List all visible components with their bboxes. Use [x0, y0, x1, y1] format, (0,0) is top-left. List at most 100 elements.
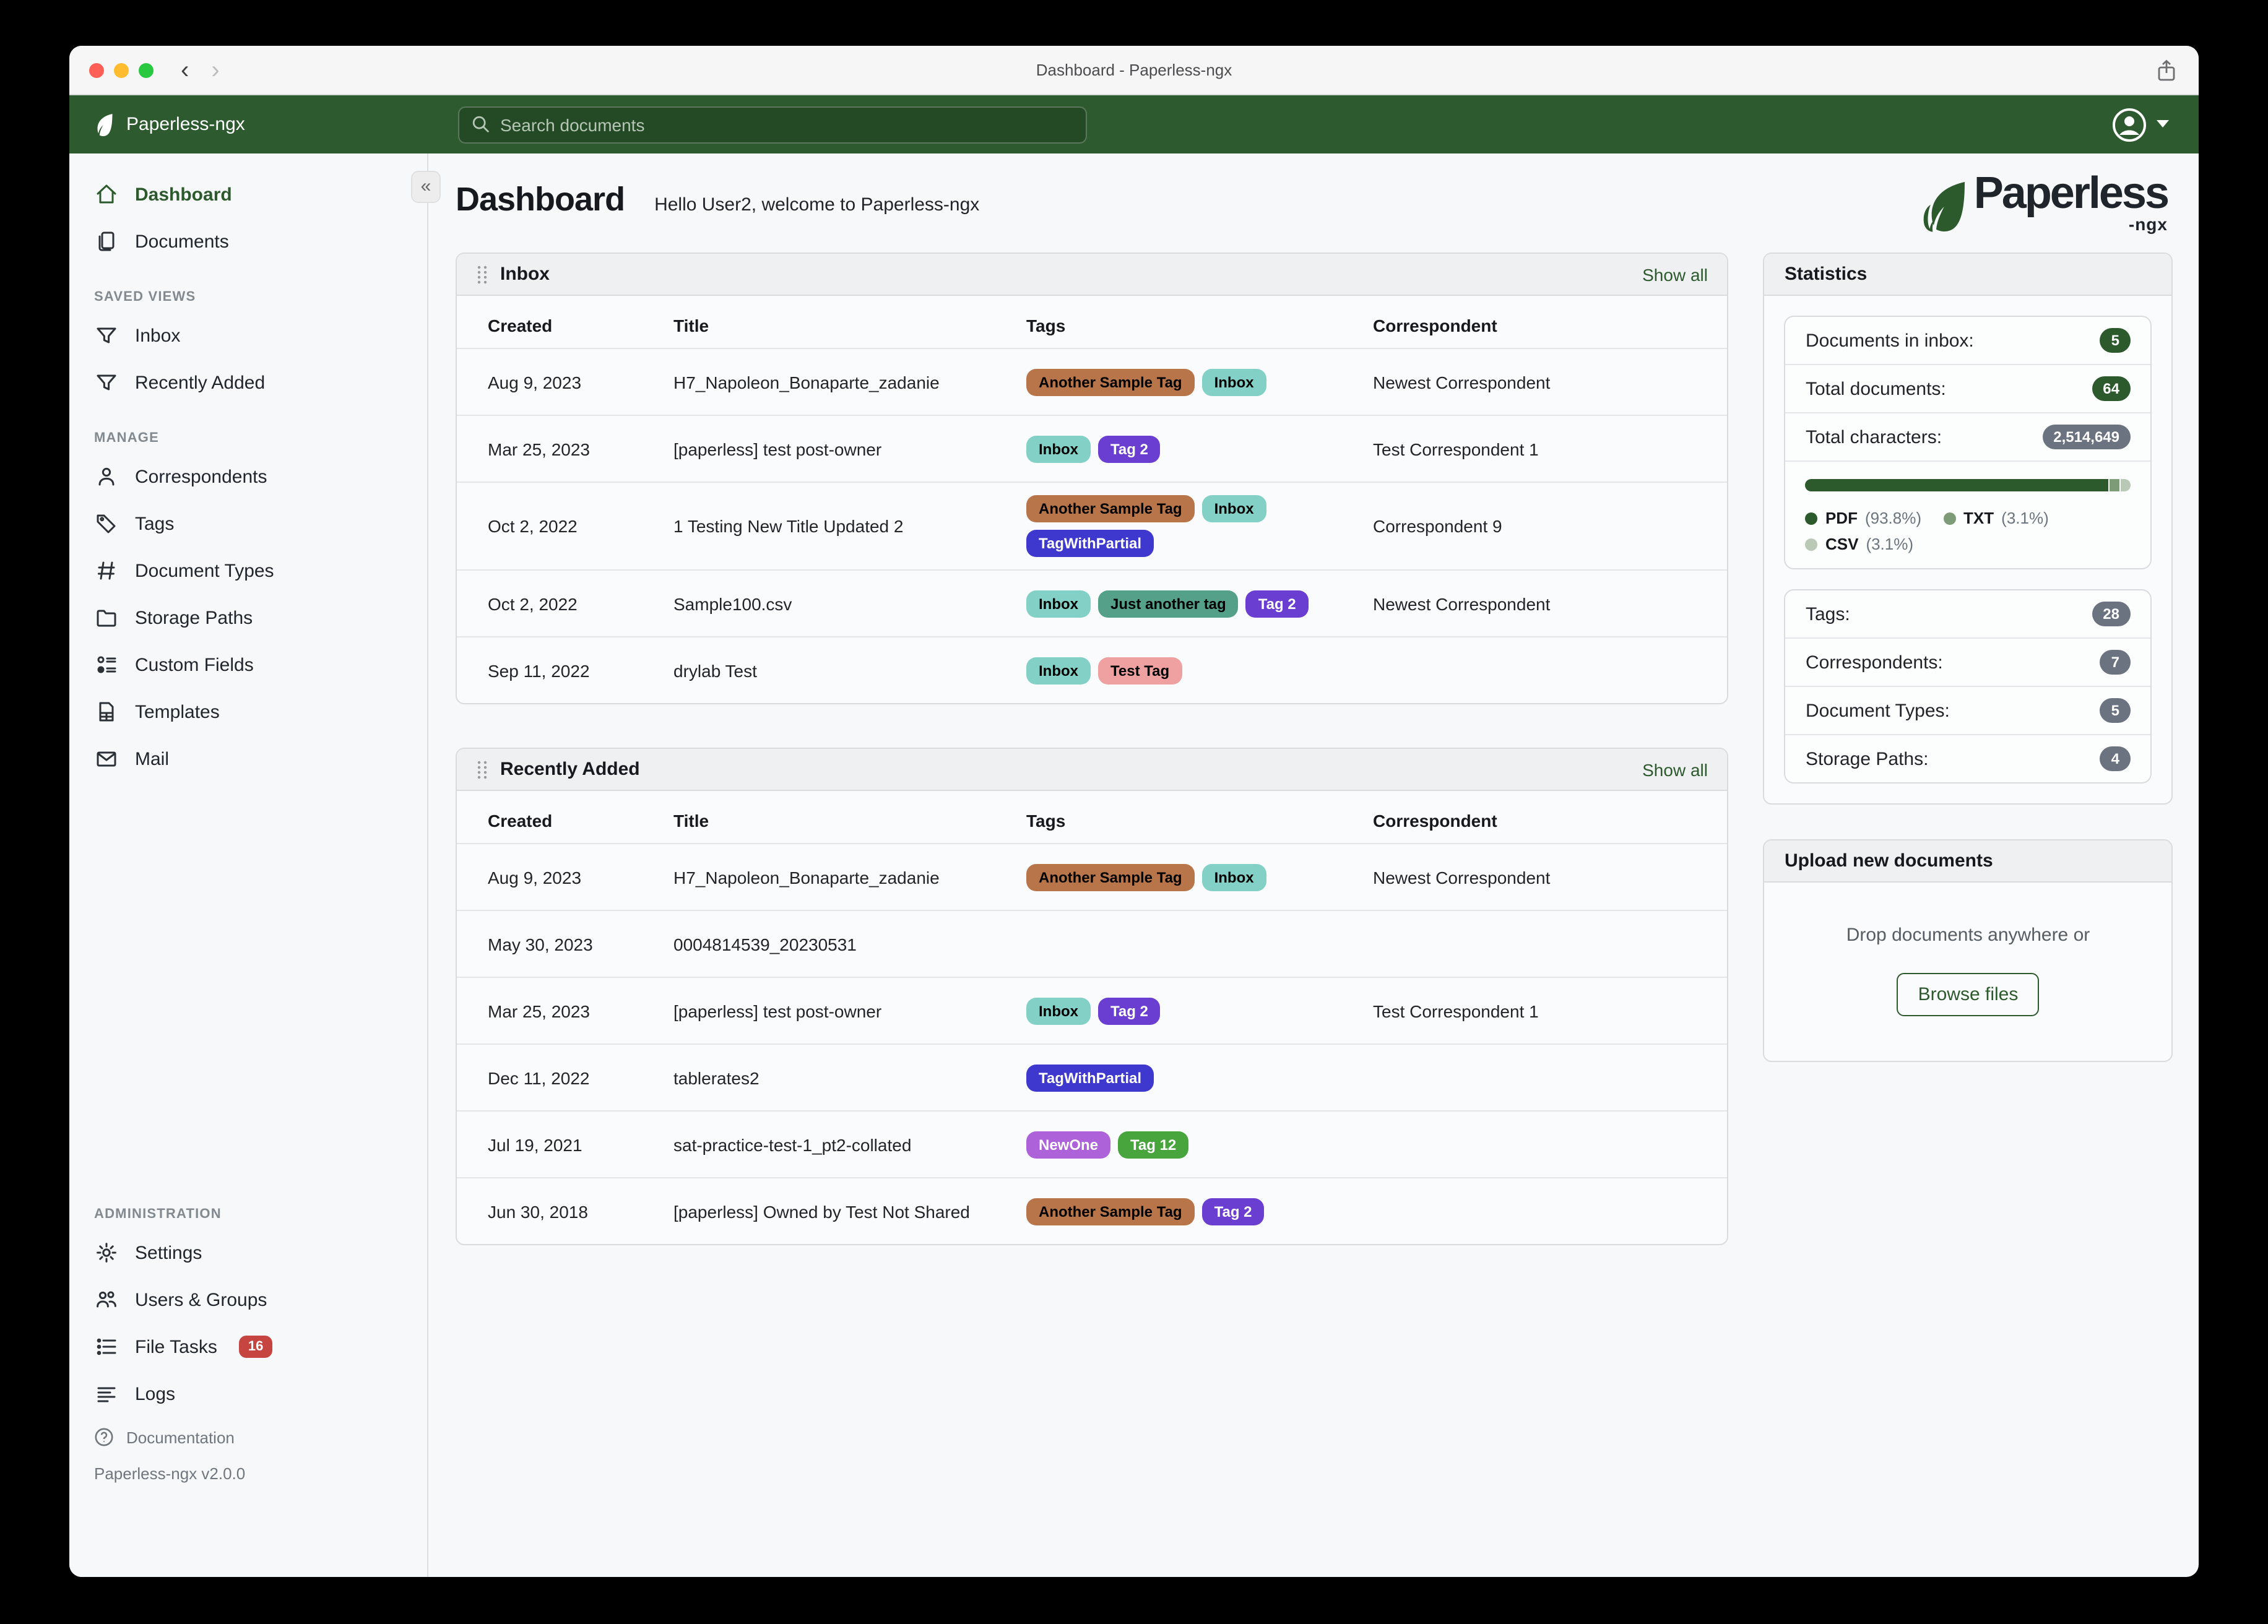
sidebar-item-label: Recently Added: [135, 372, 266, 393]
table-row[interactable]: Aug 9, 2023 H7_Napoleon_Bonaparte_zadanie…: [457, 843, 1728, 910]
table-row[interactable]: Sep 11, 2022 drylab Test Inbox Test Tag: [457, 636, 1728, 703]
tag-inbox[interactable]: Inbox: [1026, 590, 1091, 617]
stat-label: Document Types:: [1805, 700, 1950, 721]
column-header-correspondent: Correspondent: [1373, 316, 1497, 335]
sidebar-item-documentation[interactable]: Documentation: [69, 1417, 427, 1457]
table-row[interactable]: Oct 2, 2022 1 Testing New Title Updated 2…: [457, 482, 1728, 569]
tag-newone[interactable]: NewOne: [1026, 1131, 1111, 1158]
tag-inbox[interactable]: Inbox: [1201, 863, 1266, 891]
tag-another-sample-tag[interactable]: Another Sample Tag: [1026, 368, 1195, 395]
search-input[interactable]: [500, 114, 1073, 134]
page-heading: Dashboard Hello User2, welcome to Paperl…: [456, 173, 979, 219]
share-icon[interactable]: [2157, 59, 2176, 82]
tag-list: Another Sample Tag Inbox: [1026, 368, 1361, 395]
stat-label: Total characters:: [1805, 426, 1942, 447]
caret-down-icon: [2157, 120, 2169, 129]
users-icon: [94, 1289, 118, 1311]
tag-another-sample-tag[interactable]: Another Sample Tag: [1026, 495, 1195, 522]
collapse-sidebar-icon[interactable]: «: [411, 171, 441, 203]
drag-grip-icon[interactable]: [477, 759, 488, 779]
upload-title: Upload new documents: [1784, 850, 1993, 871]
tag-test-tag[interactable]: Test Tag: [1098, 657, 1182, 684]
tag-tagwithpartial[interactable]: TagWithPartial: [1026, 530, 1154, 557]
tag-inbox[interactable]: Inbox: [1026, 997, 1091, 1024]
gear-icon: [94, 1242, 118, 1264]
cell-tags: Another Sample Tag Inbox: [1026, 356, 1373, 408]
stat-value-badge: 28: [2092, 602, 2131, 626]
tag-another-sample-tag[interactable]: Another Sample Tag: [1026, 863, 1195, 891]
cell-tags: [1026, 931, 1373, 956]
sidebar-item-templates[interactable]: Templates: [69, 688, 427, 735]
sidebar-item-document-types[interactable]: Document Types: [69, 547, 427, 594]
sidebar-item-users-groups[interactable]: Users & Groups: [69, 1276, 427, 1323]
sidebar-item-recently-added[interactable]: Recently Added: [69, 359, 427, 406]
cell-created: Oct 2, 2022: [488, 516, 578, 536]
table-row[interactable]: Jul 19, 2021 sat-practice-test-1_pt2-coll…: [457, 1110, 1728, 1177]
tag-just-another-tag[interactable]: Just another tag: [1098, 590, 1239, 617]
tag-tagwithpartial[interactable]: TagWithPartial: [1026, 1064, 1154, 1091]
sidebar-section-manage: MANAGE: [94, 431, 159, 446]
tag-inbox[interactable]: Inbox: [1201, 368, 1266, 395]
upload-header: Upload new documents: [1764, 840, 2171, 883]
table-row[interactable]: May 30, 2023 0004814539_20230531: [457, 910, 1728, 977]
cell-title: 0004814539_20230531: [673, 934, 857, 954]
table-row[interactable]: Mar 25, 2023 [paperless] test post-owner I…: [457, 415, 1728, 482]
sidebar-item-storage-paths[interactable]: Storage Paths: [69, 594, 427, 641]
table-row[interactable]: Jun 30, 2018 [paperless] Owned by Test No…: [457, 1177, 1728, 1244]
sidebar-item-settings[interactable]: Settings: [69, 1229, 427, 1276]
question-icon: [94, 1427, 114, 1447]
cell-tags: Inbox Tag 2: [1026, 423, 1373, 475]
cell-title: H7_Napoleon_Bonaparte_zadanie: [673, 867, 940, 887]
sidebar-item-label: Inbox: [135, 325, 181, 346]
tag-list: Inbox Test Tag: [1026, 657, 1361, 684]
sidebar-item-logs[interactable]: Logs: [69, 1370, 427, 1417]
brand[interactable]: Paperless-ngx: [93, 112, 245, 137]
cell-correspondent: Newest Correspondent: [1373, 372, 1551, 392]
sidebar-item-documents[interactable]: Documents: [69, 218, 427, 265]
tag-list: TagWithPartial: [1026, 1064, 1361, 1091]
top-row: Dashboard Hello User2, welcome to Paperl…: [456, 170, 2173, 234]
browse-files-button[interactable]: Browse files: [1897, 973, 2040, 1016]
sidebar-item-inbox[interactable]: Inbox: [69, 312, 427, 359]
hash-icon: [94, 559, 118, 582]
legend-dot: [1944, 512, 1957, 524]
tag-tag-2[interactable]: Tag 2: [1098, 997, 1161, 1024]
cell-created: Aug 9, 2023: [488, 867, 582, 887]
drag-grip-icon[interactable]: [477, 264, 488, 284]
user-menu[interactable]: [2112, 107, 2169, 142]
mail-icon: [94, 748, 118, 770]
table-row[interactable]: Mar 25, 2023 [paperless] test post-owner I…: [457, 977, 1728, 1043]
tag-inbox[interactable]: Inbox: [1201, 495, 1266, 522]
sidebar-item-tags[interactable]: Tags: [69, 500, 427, 547]
sidebar-item-custom-fields[interactable]: Custom Fields: [69, 641, 427, 688]
tag-tag-2[interactable]: Tag 2: [1245, 590, 1309, 617]
sidebar-item-mail[interactable]: Mail: [69, 735, 427, 782]
stat-row-document-types: Document Types: 5: [1785, 686, 2150, 734]
show-all-link[interactable]: Show all: [1642, 264, 1708, 284]
sidebar-item-label: Storage Paths: [135, 607, 253, 628]
table-row[interactable]: Aug 9, 2023 H7_Napoleon_Bonaparte_zadanie…: [457, 348, 1728, 415]
stage: Dashboard - Paperless-ngx ‹ › Paperless-…: [0, 0, 2268, 1624]
table-row[interactable]: Oct 2, 2022 Sample100.csv Inbox Just anothe…: [457, 569, 1728, 636]
content: « Dashboard Documents SAVED VIEWS Inbox Rece…: [69, 153, 2199, 1577]
sidebar-item-file-tasks[interactable]: File Tasks 16: [69, 1323, 427, 1370]
search-box[interactable]: [458, 106, 1087, 143]
tag-tag-2[interactable]: Tag 2: [1201, 1198, 1265, 1225]
tag-tag-2[interactable]: Tag 2: [1098, 435, 1161, 462]
cell-created: Oct 2, 2022: [488, 594, 578, 613]
table-row[interactable]: Dec 11, 2022 tablerates2 TagWithPartial: [457, 1043, 1728, 1110]
widget-title: Recently Added: [500, 759, 640, 780]
legend-label: CSV: [1825, 535, 1859, 553]
sidebar-item-correspondents[interactable]: Correspondents: [69, 453, 427, 500]
sidebar-item-label: Documents: [135, 231, 229, 252]
stat-label: Tags:: [1805, 603, 1850, 624]
tag-inbox[interactable]: Inbox: [1026, 657, 1091, 684]
tag-inbox[interactable]: Inbox: [1026, 435, 1091, 462]
cell-correspondent: [1373, 1065, 1697, 1090]
cell-tags: Another Sample Tag Inbox: [1026, 851, 1373, 903]
show-all-link[interactable]: Show all: [1642, 759, 1708, 779]
sidebar-item-dashboard[interactable]: Dashboard: [69, 171, 427, 218]
filter-icon: [94, 371, 118, 394]
tag-tag-12[interactable]: Tag 12: [1118, 1131, 1189, 1158]
tag-another-sample-tag[interactable]: Another Sample Tag: [1026, 1198, 1195, 1225]
